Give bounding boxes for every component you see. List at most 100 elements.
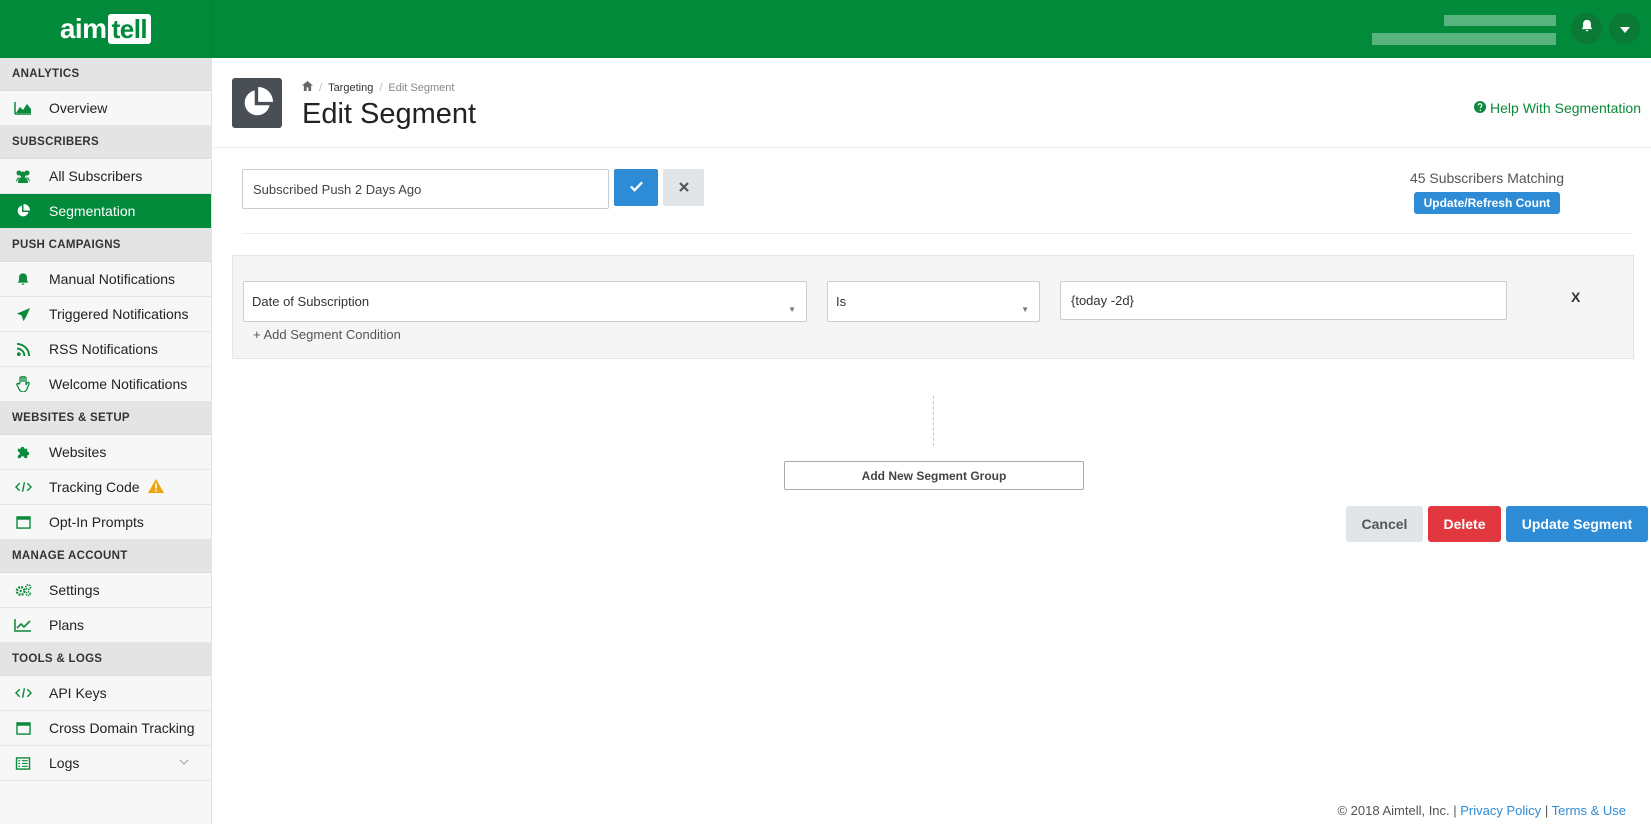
form-actions: Cancel Delete Update Segment [1346, 506, 1648, 542]
window-icon [13, 721, 33, 735]
account-name-placeholder [1444, 15, 1556, 26]
sidebar-item-settings[interactable]: Settings [0, 573, 211, 608]
sidebar-item-cross-domain-tracking[interactable]: Cross Domain Tracking [0, 711, 211, 746]
account-menu-button[interactable] [1609, 13, 1640, 44]
sidebar-item-opt-in-prompts[interactable]: Opt-In Prompts [0, 505, 211, 540]
sidebar-header-manage-account: MANAGE ACCOUNT [0, 540, 211, 573]
area-chart-icon [13, 101, 33, 115]
segment-group: Date of Subscription ▼ Is ▼ X + Add Segm… [232, 255, 1634, 359]
users-icon [13, 169, 33, 183]
logo[interactable]: aim tell [60, 13, 152, 45]
home-icon[interactable] [302, 81, 313, 94]
pie-chart-icon [232, 78, 282, 128]
logo-area[interactable]: aim tell [0, 0, 212, 58]
terms-link[interactable]: Terms & Use [1552, 803, 1626, 818]
rss-icon [13, 342, 33, 356]
cancel-button[interactable]: Cancel [1346, 506, 1423, 542]
sidebar-item-label: RSS Notifications [49, 341, 158, 357]
paper-plane-icon [13, 307, 33, 322]
segment-name-input[interactable] [242, 169, 609, 209]
footer: © 2018 Aimtell, Inc. | Privacy Policy | … [1337, 803, 1626, 818]
sidebar-header-websites-setup: WEBSITES & SETUP [0, 402, 211, 435]
sidebar-item-welcome-notifications[interactable]: Welcome Notifications [0, 367, 211, 402]
pie-chart-icon [13, 204, 33, 218]
sidebar-item-label: Cross Domain Tracking [49, 720, 195, 736]
sidebar-item-label: Overview [49, 100, 108, 116]
sidebar-item-segmentation[interactable]: Segmentation [0, 194, 211, 229]
help-link-label: Help With Segmentation [1490, 100, 1641, 116]
sidebar-item-label: Manual Notifications [49, 271, 176, 287]
sidebar-item-websites[interactable]: Websites [0, 435, 211, 470]
privacy-policy-link[interactable]: Privacy Policy [1460, 803, 1541, 818]
line-chart-icon [13, 618, 33, 632]
sidebar-item-logs[interactable]: Logs [0, 746, 211, 781]
add-segment-group-button[interactable]: Add New Segment Group [784, 461, 1084, 490]
footer-copyright: © 2018 Aimtell, Inc. | [1337, 803, 1457, 818]
account-email-placeholder [1372, 33, 1556, 45]
condition-value-input[interactable] [1060, 281, 1507, 320]
sidebar-item-label: Websites [49, 444, 107, 460]
condition-operator-value: Is [836, 294, 847, 309]
sidebar-item-label: Opt-In Prompts [49, 514, 144, 530]
footer-separator: | [1544, 803, 1549, 818]
subscribers-matching: 45 Subscribers Matching Update/Refresh C… [1410, 170, 1564, 214]
sidebar-item-rss-notifications[interactable]: RSS Notifications [0, 332, 211, 367]
breadcrumb-targeting[interactable]: Targeting [328, 82, 373, 94]
window-icon [13, 515, 33, 529]
sidebar-item-tracking-code[interactable]: Tracking Code [0, 470, 211, 505]
top-bar: aim tell [0, 0, 1651, 58]
sidebar-item-label: Welcome Notifications [49, 376, 188, 392]
sidebar-item-manual-notifications[interactable]: Manual Notifications [0, 262, 211, 297]
sidebar-header-subscribers: SUBSCRIBERS [0, 126, 211, 159]
breadcrumb: / Targeting / Edit Segment [302, 81, 454, 94]
sidebar-item-label: Triggered Notifications [49, 306, 189, 322]
caret-down-icon [1619, 20, 1630, 38]
sidebar-item-api-keys[interactable]: API Keys [0, 676, 211, 711]
add-segment-condition-link[interactable]: + Add Segment Condition [253, 327, 401, 342]
cancel-name-button[interactable] [663, 169, 704, 206]
code-icon [13, 481, 33, 493]
sidebar-item-label: All Subscribers [49, 168, 143, 184]
sidebar-header-push-campaigns: PUSH CAMPAIGNS [0, 229, 211, 262]
sidebar-item-plans[interactable]: Plans [0, 608, 211, 643]
code-icon [13, 687, 33, 699]
group-connector [933, 396, 934, 446]
sidebar-item-overview[interactable]: Overview [0, 91, 211, 126]
update-segment-button[interactable]: Update Segment [1506, 506, 1648, 542]
condition-field-value: Date of Subscription [252, 294, 370, 309]
bell-icon [1580, 19, 1594, 38]
segment-name-row [242, 169, 704, 209]
sidebar-item-triggered-notifications[interactable]: Triggered Notifications [0, 297, 211, 332]
hand-wave-icon [13, 376, 33, 392]
sidebar-item-all-subscribers[interactable]: All Subscribers [0, 159, 211, 194]
check-icon [629, 180, 643, 195]
question-circle-icon [1474, 100, 1487, 116]
close-icon [678, 180, 689, 195]
chevron-down-icon [179, 757, 189, 768]
sidebar-header-tools-logs: TOOLS & LOGS [0, 643, 211, 676]
condition-field-select[interactable]: Date of Subscription ▼ [243, 281, 807, 322]
sidebar-item-label: Tracking Code [49, 479, 140, 495]
page-header: / Targeting / Edit Segment Edit Segment … [213, 58, 1651, 148]
warning-icon [147, 478, 164, 496]
sidebar-item-label: Segmentation [49, 203, 136, 219]
help-with-segmentation-link[interactable]: Help With Segmentation [1474, 100, 1641, 116]
subscribers-matching-count: 45 Subscribers Matching [1409, 170, 1564, 186]
sidebar-header-analytics: ANALYTICS [0, 58, 211, 91]
save-name-button[interactable] [614, 169, 658, 206]
sidebar-item-label: API Keys [49, 685, 107, 701]
logo-text-tell: tell [107, 14, 152, 44]
refresh-count-button[interactable]: Update/Refresh Count [1413, 192, 1561, 214]
condition-operator-select[interactable]: Is ▼ [827, 281, 1040, 322]
remove-condition-button[interactable]: X [1571, 289, 1580, 305]
caret-down-icon: ▼ [1021, 305, 1029, 314]
sidebar-item-label: Settings [49, 582, 100, 598]
gears-icon [13, 583, 33, 597]
sidebar: ANALYTICS Overview SUBSCRIBERS All Subsc… [0, 58, 212, 824]
list-icon [13, 756, 33, 770]
breadcrumb-current: Edit Segment [388, 81, 455, 94]
delete-button[interactable]: Delete [1428, 506, 1501, 542]
main-content: / Targeting / Edit Segment Edit Segment … [213, 58, 1651, 824]
notifications-button[interactable] [1571, 13, 1602, 44]
puzzle-icon [13, 445, 33, 460]
